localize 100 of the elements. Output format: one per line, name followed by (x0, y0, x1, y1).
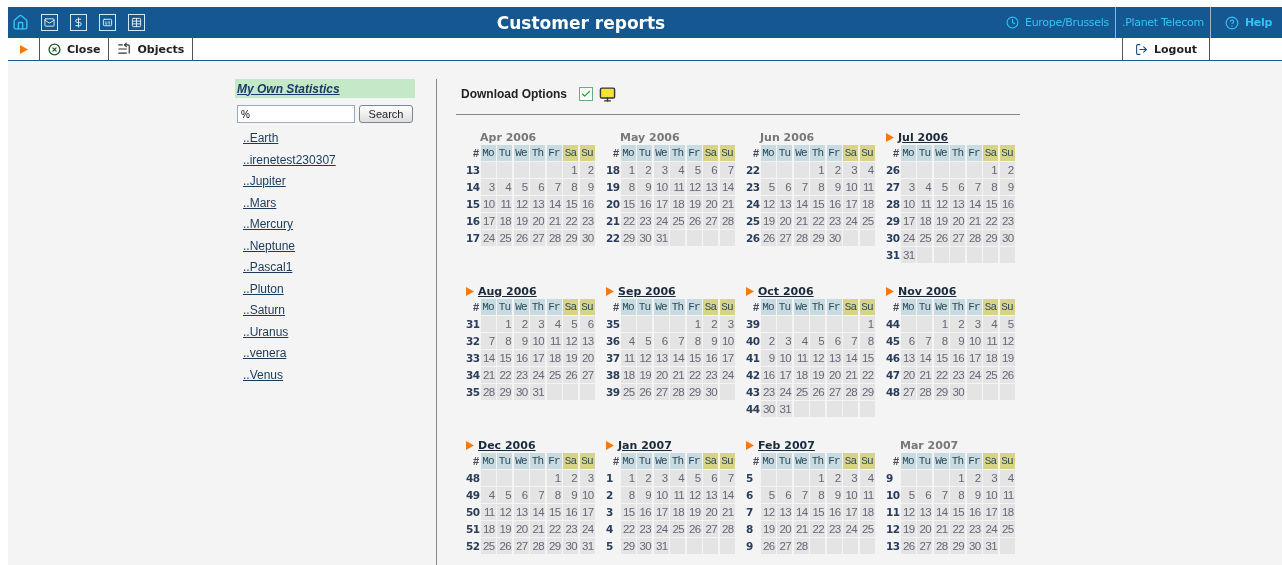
calendar-day: 27 (777, 538, 792, 554)
week-number: 37 (606, 351, 619, 366)
calendar-day: 6 (653, 333, 669, 349)
customer-link[interactable]: ..Saturn (243, 300, 286, 322)
week-number: 43 (746, 385, 759, 400)
customer-link[interactable]: ..Pascal1 (243, 257, 293, 279)
customer-link[interactable]: ..Uranus (243, 321, 289, 343)
logout-button[interactable]: Logout (1153, 42, 1198, 56)
calendar-day: 31 (777, 401, 792, 417)
calendar-day: 20 (530, 213, 545, 229)
calendar-day: 11 (917, 196, 932, 212)
calendar-day: 11 (670, 487, 685, 503)
objects-button[interactable]: Objects (137, 42, 185, 56)
blank-day-cell (917, 470, 932, 486)
month-link[interactable]: Dec 2006 (478, 438, 536, 452)
calendar-day: 15 (620, 196, 636, 212)
calendar-day: 24 (480, 230, 496, 246)
customer-link[interactable]: ..Neptune (243, 235, 296, 257)
customer-link[interactable]: ..Jupiter (243, 171, 286, 193)
calendar-day: 28 (719, 213, 735, 229)
week-number: 3 (606, 505, 614, 520)
calendar-day: 23 (513, 367, 529, 383)
blank-day-cell (933, 162, 949, 178)
calendar-day: 16 (637, 196, 652, 212)
calendar-day: 12 (900, 504, 916, 520)
month-link[interactable]: Oct 2006 (758, 284, 814, 298)
dollar-icon[interactable] (70, 14, 87, 31)
captions-icon[interactable] (99, 14, 116, 31)
download-checkbox[interactable] (579, 87, 593, 101)
customer-link[interactable]: ..Venus (243, 364, 284, 386)
calendar-day: 9 (637, 179, 652, 195)
calendar-day: 7 (917, 333, 932, 349)
timezone-link[interactable]: Europe/Brussels (1025, 16, 1109, 29)
weekday-header: We (793, 453, 809, 469)
calendar-day: 14 (933, 504, 949, 520)
calendar-day: 21 (546, 213, 562, 229)
calendar-day: 11 (859, 179, 875, 195)
calendar-day: 21 (843, 367, 858, 383)
blank-day-cell (670, 316, 685, 332)
calendar-day: 16 (563, 504, 578, 520)
week-number: 26 (746, 231, 759, 246)
week-column-header: # (611, 146, 619, 161)
calendar-day: 12 (760, 196, 776, 212)
calendar-day: 4 (670, 162, 685, 178)
customer-link[interactable]: ..Mercury (243, 214, 293, 236)
computer-icon[interactable] (599, 85, 616, 103)
weekday-header: Su (859, 145, 875, 161)
month-link[interactable]: Jul 2006 (898, 130, 949, 144)
calendar-day: 17 (653, 504, 669, 520)
customer-link[interactable]: ..Mars (243, 192, 277, 214)
calendar-day: 14 (793, 504, 809, 520)
search-field[interactable]: % (237, 105, 355, 123)
search-button[interactable]: Search (359, 105, 413, 123)
sidebar-title-link[interactable]: My Own Statistics (237, 81, 340, 96)
calendar-day: 2 (966, 470, 982, 486)
weekday-header: Sa (983, 145, 998, 161)
calendar-day: 13 (950, 196, 965, 212)
calendar-day: 23 (966, 521, 982, 537)
calendar-day: 25 (480, 538, 496, 554)
calendar-day: 28 (933, 538, 949, 554)
calendar-day: 16 (950, 350, 965, 366)
close-button[interactable]: Close (67, 42, 101, 56)
month-link[interactable]: Jan 2007 (618, 438, 672, 452)
customer-link[interactable]: ..irenetest230307 (243, 149, 336, 171)
weekday-header: Sa (703, 453, 718, 469)
calendar-day: 9 (950, 333, 965, 349)
help-link[interactable]: Help (1244, 16, 1272, 29)
list-arrow-icon (117, 42, 132, 56)
help-icon[interactable] (1224, 15, 1239, 30)
calendar-day: 4 (620, 333, 636, 349)
calendar-day: 25 (670, 213, 685, 229)
month-link[interactable]: Aug 2006 (478, 284, 537, 298)
calendar-day: 25 (546, 367, 562, 383)
calendar-day: 29 (686, 384, 702, 400)
calendar-day: 28 (966, 230, 982, 246)
calendar-day: 12 (686, 487, 702, 503)
blank-day-cell (917, 316, 932, 332)
calendar-day: 20 (703, 196, 718, 212)
month-link[interactable]: Sep 2006 (618, 284, 676, 298)
calendar-day: 24 (653, 521, 669, 537)
month-link[interactable]: Nov 2006 (898, 284, 957, 298)
weekday-header: Th (810, 299, 825, 315)
calendar-day: 9 (966, 487, 982, 503)
calendar-day: 24 (530, 367, 545, 383)
weekday-header: Tu (917, 145, 932, 161)
calendar-day: 31 (653, 230, 669, 246)
calendar-day: 7 (546, 179, 562, 195)
weekday-header: Sa (703, 299, 718, 315)
home-icon[interactable] (12, 14, 29, 31)
mail-icon[interactable] (41, 14, 58, 31)
customer-link[interactable]: ..Pluton (243, 278, 284, 300)
table-icon[interactable] (128, 14, 145, 31)
month-link[interactable]: Feb 2007 (758, 438, 815, 452)
company-link[interactable]: .Planet Telecom (1121, 16, 1204, 29)
calendar-day: 20 (653, 367, 669, 383)
weekday-header: Tu (777, 453, 792, 469)
weekday-header: Tu (777, 145, 792, 161)
customer-link[interactable]: ..Earth (243, 128, 279, 150)
customer-link[interactable]: ..venera (243, 343, 287, 365)
calendar-day: 22 (620, 521, 636, 537)
